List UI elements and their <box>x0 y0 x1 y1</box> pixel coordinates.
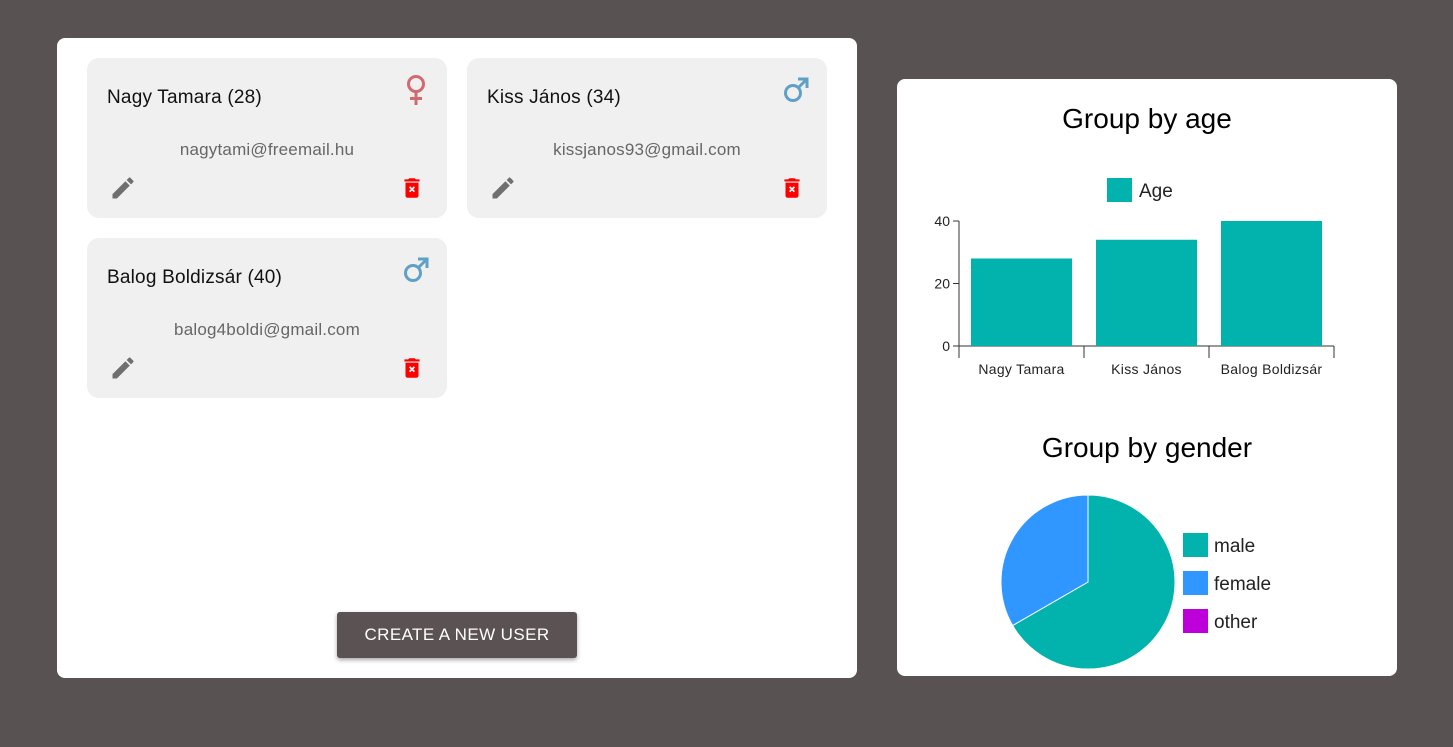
x-tick-label: Kiss János <box>1111 361 1182 377</box>
user-email: kissjanos93@gmail.com <box>553 140 741 159</box>
male-symbol-icon <box>404 257 429 282</box>
bar <box>971 258 1072 346</box>
legend-swatch-male <box>1183 533 1208 557</box>
gender-pie-chart: male female other <box>1000 494 1271 670</box>
y-tick-label: 20 <box>934 276 950 292</box>
create-user-button[interactable]: CREATE A NEW USER <box>337 612 577 658</box>
charts-panel: Group by age Age 0 20 40 Nagy Tamara Kiss Ján… <box>897 79 1397 676</box>
legend-swatch-female <box>1183 571 1208 595</box>
user-name: Kiss János (34) <box>487 87 621 108</box>
trash-icon[interactable] <box>399 174 425 202</box>
legend-label-other: other <box>1214 612 1258 633</box>
pencil-icon[interactable] <box>109 174 137 202</box>
legend-swatch-age <box>1107 178 1132 202</box>
male-symbol-icon <box>784 77 809 102</box>
female-symbol-icon <box>407 75 425 105</box>
y-tick-label: 0 <box>942 338 950 354</box>
user-card: Kiss János (34) kissjanos93@gmail.com <box>467 58 827 218</box>
pencil-icon[interactable] <box>489 174 517 202</box>
y-tick-label: 40 <box>934 213 950 229</box>
user-name: Nagy Tamara (28) <box>107 87 262 108</box>
legend-label-age: Age <box>1139 181 1173 202</box>
age-bar-chart: Age 0 20 40 Nagy Tamara Kiss János Balog Boldi… <box>934 178 1335 377</box>
gender-chart-title: Group by gender <box>1041 432 1253 463</box>
pencil-icon[interactable] <box>109 354 137 382</box>
trash-icon[interactable] <box>779 174 805 202</box>
x-tick-label: Nagy Tamara <box>978 361 1064 377</box>
legend-label-male: male <box>1214 536 1255 557</box>
user-card: Balog Boldizsár (40) balog4boldi@gmail.c… <box>87 238 447 398</box>
trash-icon[interactable] <box>399 354 425 382</box>
legend-label-female: female <box>1214 574 1271 595</box>
user-name: Balog Boldizsár (40) <box>107 267 283 288</box>
user-email: balog4boldi@gmail.com <box>174 320 360 339</box>
bar <box>1096 239 1197 346</box>
user-email: nagytami@freemail.hu <box>179 140 355 159</box>
age-chart-title: Group by age <box>1062 103 1232 134</box>
users-panel: Nagy Tamara (28) nagytami@freemail.hu Ki… <box>57 38 857 678</box>
user-card: Nagy Tamara (28) nagytami@freemail.hu <box>87 58 447 218</box>
legend-swatch-other <box>1183 609 1208 633</box>
bar <box>1221 221 1322 346</box>
x-tick-label: Balog Boldizsár <box>1221 361 1323 377</box>
